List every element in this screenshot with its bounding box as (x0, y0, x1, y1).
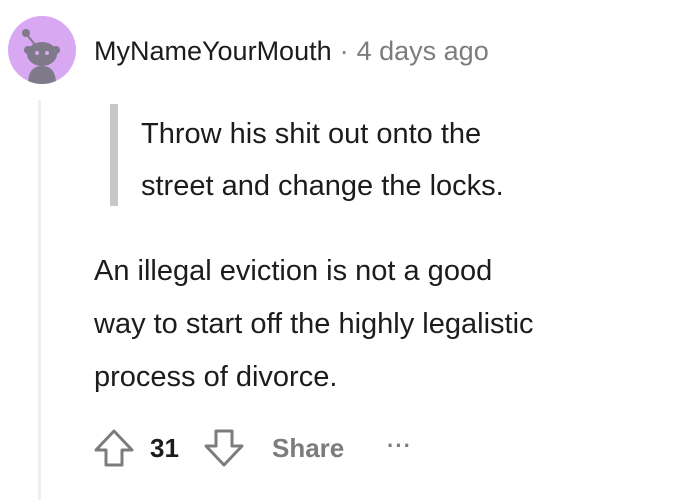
downvote-button[interactable] (202, 426, 246, 470)
share-button[interactable]: Share (272, 432, 344, 464)
body-line: process of divorce. (94, 361, 338, 393)
username-link[interactable]: MyNameYourMouth (94, 36, 332, 66)
quote-block: Throw his shit out onto the street and c… (141, 108, 661, 212)
separator: · (339, 36, 349, 66)
more-options-button[interactable]: ··· (387, 434, 412, 458)
comment-header: MyNameYourMouth · 4 days ago (94, 34, 489, 68)
comment-body: An illegal eviction is not a good way to… (94, 245, 684, 404)
upvote-arrow-icon (94, 429, 134, 467)
downvote-arrow-icon (204, 429, 244, 467)
upvote-button[interactable] (92, 426, 136, 470)
timestamp[interactable]: 4 days ago (357, 36, 489, 66)
avatar[interactable] (8, 16, 76, 84)
body-line: way to start off the highly legalistic (94, 308, 534, 340)
vote-score: 31 (150, 433, 179, 463)
quote-line: street and change the locks. (141, 170, 504, 202)
quote-line: Throw his shit out onto the (141, 118, 482, 150)
comment-actions: 31 Share ··· (92, 424, 452, 472)
body-line: An illegal eviction is not a good (94, 255, 493, 287)
thread-line[interactable] (38, 100, 41, 500)
snoo-avatar-icon (22, 29, 60, 84)
